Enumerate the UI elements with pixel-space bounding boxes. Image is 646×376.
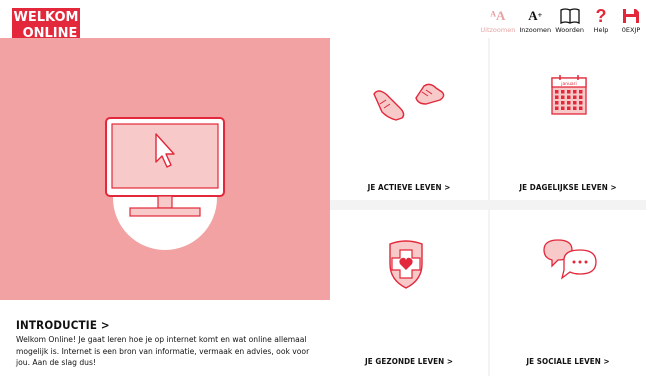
- zoom-out-button[interactable]: ᴬA Uitzoomen: [478, 7, 517, 34]
- save-button[interactable]: 0EXJP: [616, 7, 646, 34]
- tile-healthy-life-label: JE GEZONDE LEVEN >: [364, 357, 454, 366]
- tile-daily-life-label: JE DAGELIJKSE LEVEN >: [519, 183, 617, 192]
- calendar-day-cell: [561, 95, 565, 99]
- monitor-illustration: [105, 117, 225, 250]
- help-icon: ?: [595, 6, 607, 26]
- tile-healthy-life[interactable]: JE GEZONDE LEVEN >: [330, 210, 488, 376]
- save-label: 0EXJP: [621, 26, 641, 34]
- tile-active-life-label: JE ACTIEVE LEVEN >: [367, 183, 451, 192]
- toolbar: ᴬA Uitzoomen A + Inzoomen Woorden ? Help …: [478, 7, 646, 34]
- zoom-in-label: Inzoomen: [519, 26, 552, 34]
- calendar-day-cell: [579, 90, 583, 94]
- calendar-day-cell: [567, 90, 571, 94]
- calendar-day-cell: [573, 106, 577, 110]
- intro-hero: [0, 38, 330, 300]
- calendar-day-cell: [567, 106, 571, 110]
- calendar-icon: januari: [490, 38, 646, 178]
- tile-active-life[interactable]: JE ACTIEVE LEVEN >: [330, 38, 488, 200]
- calendar-day-cell: [555, 95, 559, 99]
- tile-social-life[interactable]: JE SOCIALE LEVEN >: [490, 210, 646, 376]
- calendar-day-cell: [573, 95, 577, 99]
- calendar-day-cell: [561, 90, 565, 94]
- shoes-icon: [330, 38, 488, 178]
- logo-line1: WELKOM: [14, 10, 79, 25]
- help-label: Help: [593, 26, 609, 34]
- help-button[interactable]: ? Help: [586, 7, 616, 34]
- calendar-day-cell: [579, 95, 583, 99]
- calendar-day-cell: [555, 106, 559, 110]
- calendar-month: januari: [560, 81, 577, 87]
- zoom-out-icon: ᴬA: [490, 8, 506, 23]
- zoom-in-button[interactable]: A + Inzoomen: [517, 7, 553, 34]
- calendar-day-cell: [561, 101, 565, 105]
- calendar-day-cell: [567, 101, 571, 105]
- zoom-out-label: Uitzoomen: [480, 26, 516, 34]
- calendar-day-cell: [555, 101, 559, 105]
- intro-card[interactable]: INTRODUCTIE > Welkom Online! Je gaat ler…: [0, 38, 330, 376]
- save-icon: [622, 7, 640, 25]
- calendar-day-cell: [579, 101, 583, 105]
- calendar-day-cell: [561, 106, 565, 110]
- calendar-day-cell: [573, 90, 577, 94]
- chat-bubbles-icon: [490, 210, 646, 350]
- intro-title[interactable]: INTRODUCTIE >: [16, 318, 110, 332]
- calendar-day-cell: [579, 106, 583, 110]
- intro-text: Welkom Online! Je gaat leren hoe je op i…: [16, 335, 310, 367]
- tile-social-life-label: JE SOCIALE LEVEN >: [526, 357, 610, 366]
- calendar-day-cell: [555, 90, 559, 94]
- words-label: Woorden: [555, 26, 584, 34]
- calendar-day-cell: [573, 101, 577, 105]
- words-button[interactable]: Woorden: [553, 7, 586, 34]
- top-bar: WELKOM ONLINE ᴬA Uitzoomen A + Inzoomen W…: [0, 0, 646, 62]
- book-icon: [559, 7, 580, 25]
- zoom-in-icon: A +: [528, 8, 543, 23]
- calendar-day-cell: [567, 95, 571, 99]
- health-shield-icon: [330, 210, 488, 350]
- tile-daily-life[interactable]: januari JE DAGELIJKSE LEVEN >: [490, 38, 646, 200]
